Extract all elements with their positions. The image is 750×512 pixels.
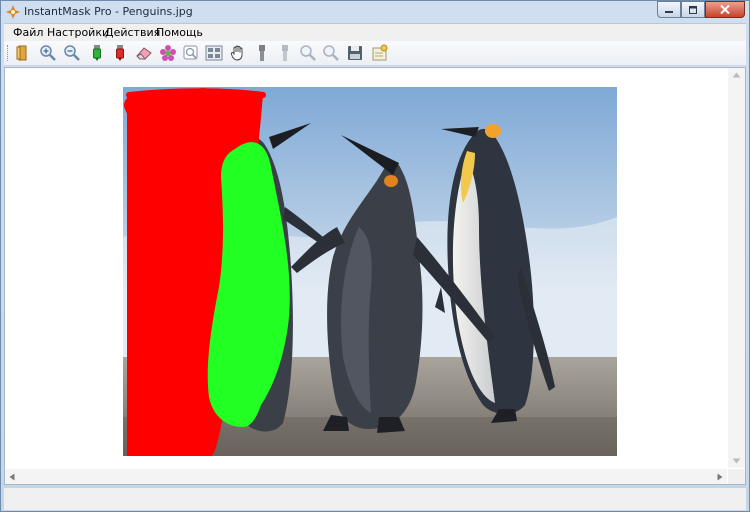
brush-button[interactable] <box>252 43 272 63</box>
toolbar <box>4 41 746 66</box>
open-button[interactable] <box>13 43 33 63</box>
photo-penguins[interactable] <box>123 87 617 456</box>
close-button[interactable] <box>705 1 745 18</box>
preview-icon <box>183 45 198 60</box>
eraser-button[interactable] <box>134 43 154 63</box>
menu-help[interactable]: Помощь <box>156 26 203 39</box>
vertical-scrollbar[interactable] <box>728 68 745 468</box>
green-marker-icon <box>93 45 101 61</box>
pan-button[interactable] <box>228 43 248 63</box>
scrollbar-corner <box>728 469 745 484</box>
brush-alt-button[interactable] <box>275 43 295 63</box>
auto-mask-button[interactable] <box>158 43 178 63</box>
image-canvas[interactable] <box>5 68 727 470</box>
minimize-icon <box>665 10 673 13</box>
zoom-in-icon <box>40 45 56 61</box>
zoom-fit-icon <box>300 45 316 61</box>
close-icon <box>720 5 730 14</box>
save-icon <box>348 46 362 60</box>
export-button[interactable] <box>370 43 390 63</box>
minimize-button[interactable] <box>657 1 681 18</box>
zoom-out-button[interactable] <box>62 43 82 63</box>
menu-bar: Файл Настройки Действия Помощь <box>4 23 746 42</box>
title-bar[interactable]: InstantMask Pro - Penguins.jpg <box>1 1 749 23</box>
eraser-icon <box>136 47 152 60</box>
toolbar-grip[interactable] <box>7 45 11 61</box>
flower-icon <box>160 45 176 61</box>
menu-file[interactable]: Файл <box>13 26 43 39</box>
workspace <box>4 67 746 485</box>
layout-icon <box>205 45 223 61</box>
brush-icon <box>259 45 265 61</box>
menu-settings[interactable]: Настройки <box>47 26 109 39</box>
background-marker-button[interactable] <box>110 43 130 63</box>
maximize-button[interactable] <box>681 1 705 18</box>
zoom-actual-button[interactable] <box>321 43 341 63</box>
maximize-icon <box>689 5 697 14</box>
layout-button[interactable] <box>204 43 224 63</box>
preview-button[interactable] <box>181 43 201 63</box>
status-bar <box>4 487 746 510</box>
scroll-right-arrow-icon[interactable] <box>717 473 723 481</box>
zoom-fit-button[interactable] <box>298 43 318 63</box>
zoom-actual-icon <box>323 45 339 61</box>
window-title: InstantMask Pro - Penguins.jpg <box>24 5 193 18</box>
red-marker-icon <box>116 45 124 61</box>
brush-disabled-icon <box>282 45 288 61</box>
hand-icon <box>230 45 243 61</box>
horizontal-scrollbar[interactable] <box>5 469 727 484</box>
open-book-icon <box>16 45 27 61</box>
app-logo-icon <box>6 5 20 19</box>
scroll-left-arrow-icon[interactable] <box>9 473 15 481</box>
app-window: InstantMask Pro - Penguins.jpg Файл Наст… <box>0 0 750 512</box>
save-button[interactable] <box>345 43 365 63</box>
export-icon <box>372 44 388 61</box>
foreground-marker-button[interactable] <box>87 43 107 63</box>
zoom-out-icon <box>64 45 80 61</box>
caption-buttons <box>657 1 745 19</box>
scroll-up-arrow-icon[interactable] <box>732 72 741 78</box>
menu-actions[interactable]: Действия <box>105 26 160 39</box>
zoom-in-button[interactable] <box>38 43 58 63</box>
scroll-down-arrow-icon[interactable] <box>732 458 741 464</box>
